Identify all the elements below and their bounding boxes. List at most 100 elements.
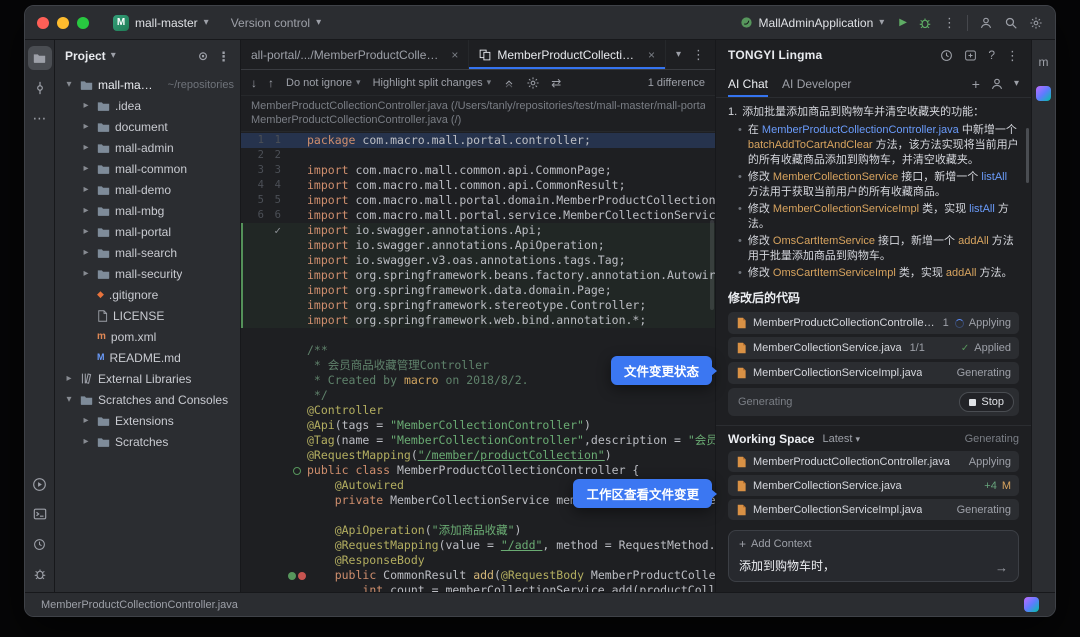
code-line[interactable]: 66import com.macro.mall.portal.service.M… [241, 208, 715, 223]
run-configuration-selector[interactable]: MallAdminApplication ▾ [736, 13, 889, 33]
code-line[interactable]: public CommonResult add(@RequestBody Mem… [241, 568, 715, 583]
working-space-row[interactable]: MemberProductCollectionController.javaAp… [728, 451, 1019, 472]
tree-item[interactable]: ▸mall-admin [55, 137, 240, 158]
ellipsis-button[interactable]: ⋯ [28, 106, 52, 130]
code-line[interactable]: public class MemberProductCollectionCont… [241, 463, 715, 478]
plus-icon[interactable]: + [972, 77, 980, 91]
stop-button[interactable]: Stop [959, 392, 1014, 412]
file-change-row[interactable]: MemberCollectionService.java1/1✓Applied [728, 337, 1019, 359]
tree-item[interactable]: MREADME.md [55, 347, 240, 368]
play-circle-button[interactable] [28, 472, 52, 496]
editor-tab[interactable]: MemberProductCollectionController.java× [469, 40, 666, 69]
tree-item[interactable]: ▸.idea [55, 95, 240, 116]
code-line[interactable]: @RequestMapping("/member/productCollecti… [241, 448, 715, 463]
chevron-down-icon[interactable]: ▾ [1014, 79, 1019, 89]
ai-tab-ai-developer[interactable]: AI Developer [782, 70, 851, 97]
tree-item[interactable]: ▾mall-master [mall]~/repositories [55, 74, 240, 95]
code-line[interactable]: import org.springframework.data.domain.P… [241, 283, 715, 298]
tree-item[interactable]: ▸Scratches [55, 431, 240, 452]
history-icon[interactable] [940, 49, 953, 62]
code-line[interactable] [241, 508, 715, 523]
ai-tab-ai-chat[interactable]: AI Chat [728, 70, 768, 97]
run-marker-icon[interactable] [293, 467, 301, 475]
code-line[interactable]: 22 [241, 148, 715, 163]
minimize-window-button[interactable] [57, 17, 69, 29]
code-line[interactable]: @Controller [241, 403, 715, 418]
add-context-button[interactable]: + Add Context [739, 538, 1008, 550]
tree-item[interactable]: ▸mall-demo [55, 179, 240, 200]
locate-icon[interactable]: ⊙ [198, 50, 208, 63]
project-selector[interactable]: M mall-master ▾ [105, 12, 217, 34]
working-space-row[interactable]: MemberCollectionServiceImpl.javaGenerati… [728, 499, 1019, 520]
chat-input-value[interactable]: 添加到购物车时， [739, 557, 987, 574]
tree-item[interactable]: ▸document [55, 116, 240, 137]
history-button[interactable] [28, 532, 52, 556]
kebab-icon[interactable]: ⋮ [943, 16, 956, 29]
play-icon[interactable]: ▶ [899, 18, 907, 28]
tree-item[interactable]: ▸mall-portal [55, 221, 240, 242]
project-folder-button[interactable] [28, 46, 52, 70]
tree-item[interactable]: ▸External Libraries [55, 368, 240, 389]
commit-button[interactable] [28, 76, 52, 100]
code-line[interactable]: import io.swagger.annotations.ApiOperati… [241, 238, 715, 253]
close-window-button[interactable] [37, 17, 49, 29]
kebab-icon[interactable]: ⋮ [217, 50, 230, 63]
editor-tab[interactable]: all-portal/.../MemberProductCollectionCo… [241, 40, 469, 69]
working-space-row[interactable]: MemberCollectionService.java+4M [728, 475, 1019, 496]
code-line[interactable]: 33import com.macro.mall.common.api.Commo… [241, 163, 715, 178]
tree-item[interactable]: ▸mall-mbg [55, 200, 240, 221]
chat-input-box[interactable]: + Add Context 添加到购物车时， → [728, 530, 1019, 582]
search-icon[interactable] [1004, 16, 1018, 30]
method-marker-icon[interactable] [288, 572, 296, 580]
code-line[interactable]: import org.springframework.stereotype.Co… [241, 298, 715, 313]
code-line[interactable]: @Api(tags = "MemberCollectionController"… [241, 418, 715, 433]
tree-item[interactable]: ▸mall-common [55, 158, 240, 179]
file-change-row[interactable]: MemberCollectionServiceImpl.javaGenerati… [728, 362, 1019, 384]
chat-scrollbar[interactable] [1026, 128, 1029, 183]
terminal-button[interactable] [28, 502, 52, 526]
code-line[interactable]: 44import com.macro.mall.common.api.Commo… [241, 178, 715, 193]
help-icon[interactable]: ? [988, 49, 995, 62]
settings-icon[interactable] [1029, 16, 1043, 30]
code-line[interactable]: ✓import io.swagger.annotations.Api; [241, 223, 715, 238]
m-plugin-button[interactable]: m [1032, 50, 1056, 74]
highlight-mode-dropdown[interactable]: Highlight split changes ▾ [373, 77, 492, 89]
close-icon[interactable]: × [648, 49, 655, 61]
code-line[interactable]: @Tag(name = "MemberCollectionController"… [241, 433, 715, 448]
code-line[interactable]: 55import com.macro.mall.portal.domain.Me… [241, 193, 715, 208]
code-line[interactable]: import org.springframework.web.bind.anno… [241, 313, 715, 328]
code-line[interactable]: */ [241, 388, 715, 403]
code-line[interactable]: import io.swagger.v3.oas.annotations.tag… [241, 253, 715, 268]
tree-item[interactable]: LICENSE [55, 305, 240, 326]
lingma-icon[interactable] [1036, 86, 1051, 101]
vcs-widget[interactable]: Version control ▾ [223, 13, 329, 33]
lingma-icon[interactable] [1024, 597, 1039, 612]
tree-item[interactable]: ▸mall-search [55, 242, 240, 263]
method-marker-icon[interactable] [298, 572, 306, 580]
chevron-right-icon: ▸ [80, 100, 92, 111]
debug-button[interactable] [28, 562, 52, 586]
code-line[interactable] [241, 328, 715, 343]
code-line[interactable]: import org.springframework.beans.factory… [241, 268, 715, 283]
code-line[interactable]: 11package com.macro.mall.portal.controll… [241, 133, 715, 148]
send-icon[interactable]: → [995, 561, 1008, 574]
code-line[interactable]: @ResponseBody [241, 553, 715, 568]
user-icon[interactable] [990, 77, 1004, 91]
ignore-policy-dropdown[interactable]: Do not ignore ▾ [286, 77, 361, 89]
kebab-icon[interactable]: ⋮ [1006, 49, 1019, 62]
close-icon[interactable]: × [451, 49, 458, 61]
code-line[interactable]: @ApiOperation("添加商品收藏") [241, 523, 715, 538]
new-chat-icon[interactable] [964, 49, 977, 62]
code-line[interactable]: int count = memberCollectionService.add(… [241, 583, 715, 592]
tree-item[interactable]: ▾Scratches and Consoles [55, 389, 240, 410]
tree-item[interactable]: mpom.xml [55, 326, 240, 347]
tree-item[interactable]: ▸Extensions [55, 410, 240, 431]
user-icon[interactable] [979, 16, 993, 30]
code-line[interactable]: @RequestMapping(value = "/add", method =… [241, 538, 715, 553]
working-space-filter-dropdown[interactable]: Latest ▾ [822, 433, 860, 445]
tree-item[interactable]: ▸mall-security [55, 263, 240, 284]
debug-icon[interactable] [918, 16, 932, 30]
file-change-row[interactable]: MemberProductCollectionController.java1A… [728, 312, 1019, 334]
tree-item[interactable]: ◆.gitignore [55, 284, 240, 305]
zoom-window-button[interactable] [77, 17, 89, 29]
